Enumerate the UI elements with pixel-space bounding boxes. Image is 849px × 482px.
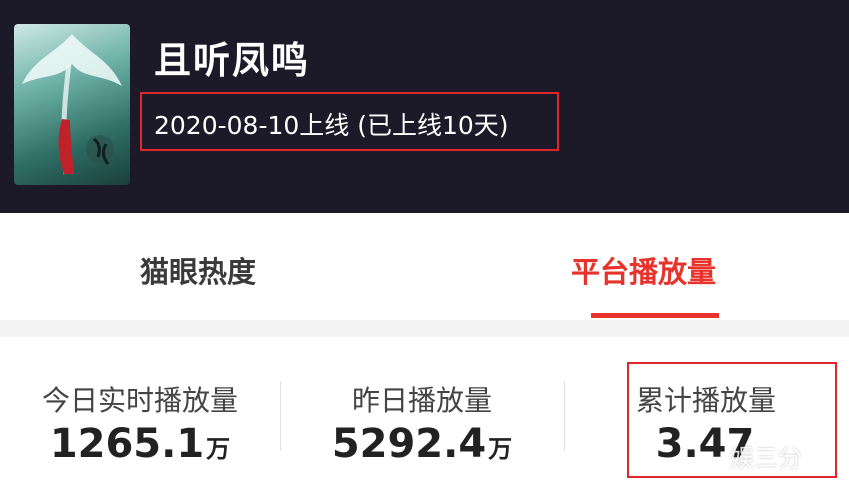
stat-number: 5292.4 <box>331 421 487 467</box>
stat-unit: 万 <box>488 435 513 463</box>
watermark: 娱三分 <box>730 444 802 472</box>
stat-value: 5292.4万 <box>282 421 562 467</box>
active-tab-indicator <box>591 313 719 318</box>
stat-unit: 万 <box>206 435 231 463</box>
divider <box>564 381 565 451</box>
tab-bar: 猫眼热度 平台播放量 <box>0 213 849 320</box>
poster-art <box>22 34 122 175</box>
drama-title: 且听凤鸣 <box>154 39 310 82</box>
stat-label: 昨日播放量 <box>351 384 492 417</box>
tab-maoyan-heat[interactable]: 猫眼热度 <box>140 249 256 291</box>
release-highlight-box <box>140 92 559 151</box>
stat-today-realtime: 今日实时播放量 1265.1万 <box>0 337 280 482</box>
stat-value: 1265.1万 <box>0 421 280 467</box>
drama-header: 且听凤鸣 2020-08-10上线 (已上线10天) <box>0 0 849 213</box>
stat-yesterday: 昨日播放量 5292.4万 <box>282 337 562 482</box>
drama-poster[interactable] <box>14 24 130 185</box>
divider <box>280 381 281 451</box>
section-separator <box>0 320 849 337</box>
stat-label: 今日实时播放量 <box>41 384 238 417</box>
stat-number: 1265.1 <box>49 421 205 467</box>
tab-platform-views[interactable]: 平台播放量 <box>571 249 716 291</box>
